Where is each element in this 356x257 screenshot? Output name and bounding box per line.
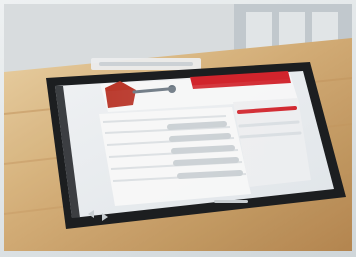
photo-scene [0,0,356,257]
vignette [4,4,352,251]
photo-frame [4,4,352,251]
photo-illustration [4,4,352,251]
